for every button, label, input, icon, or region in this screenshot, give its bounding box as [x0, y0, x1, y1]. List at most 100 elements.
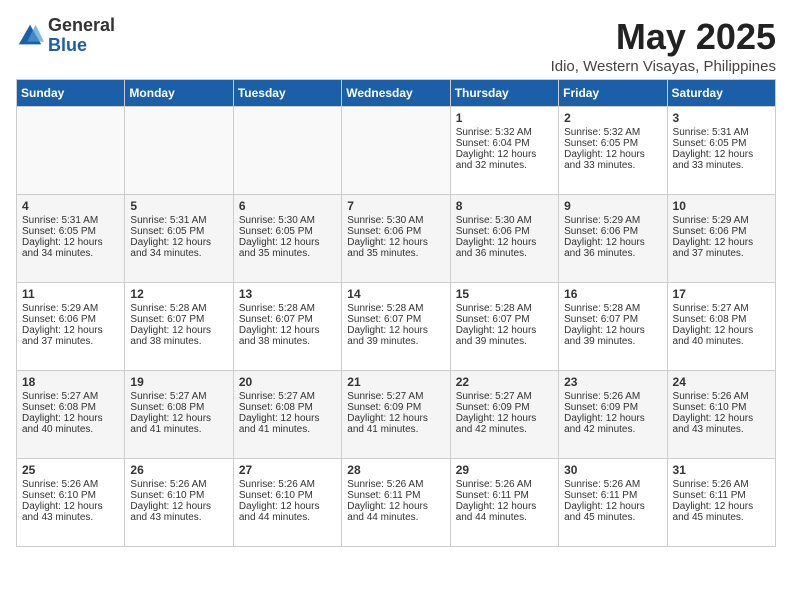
calendar-header: SundayMondayTuesdayWednesdayThursdayFrid…	[17, 80, 776, 107]
day-info-line: and 45 minutes.	[673, 512, 770, 523]
day-info-line: Sunset: 6:06 PM	[673, 226, 770, 237]
day-info-line: and 34 minutes.	[130, 248, 227, 259]
day-info-line: Daylight: 12 hours	[239, 237, 336, 248]
day-number: 9	[564, 199, 661, 213]
day-info-line: Daylight: 12 hours	[456, 501, 553, 512]
calendar-cell: 18Sunrise: 5:27 AMSunset: 6:08 PMDayligh…	[17, 371, 125, 459]
day-number: 5	[130, 199, 227, 213]
day-info-line: Sunrise: 5:31 AM	[673, 127, 770, 138]
calendar-cell: 23Sunrise: 5:26 AMSunset: 6:09 PMDayligh…	[559, 371, 667, 459]
weekday-header-monday: Monday	[125, 80, 233, 107]
day-info-line: Sunrise: 5:27 AM	[130, 391, 227, 402]
day-info-line: and 42 minutes.	[456, 424, 553, 435]
calendar-cell: 4Sunrise: 5:31 AMSunset: 6:05 PMDaylight…	[17, 195, 125, 283]
day-info-line: Sunset: 6:09 PM	[347, 402, 444, 413]
month-title: May 2025	[551, 16, 776, 58]
day-info-line: Sunset: 6:06 PM	[456, 226, 553, 237]
weekday-header-tuesday: Tuesday	[233, 80, 341, 107]
day-info-line: Sunset: 6:10 PM	[673, 402, 770, 413]
calendar-cell: 31Sunrise: 5:26 AMSunset: 6:11 PMDayligh…	[667, 459, 775, 547]
day-info-line: Sunset: 6:08 PM	[239, 402, 336, 413]
day-info-line: Daylight: 12 hours	[564, 325, 661, 336]
day-info-line: Daylight: 12 hours	[22, 325, 119, 336]
day-info-line: Sunrise: 5:32 AM	[564, 127, 661, 138]
day-info-line: Sunset: 6:10 PM	[130, 490, 227, 501]
day-info-line: Daylight: 12 hours	[456, 149, 553, 160]
day-info-line: Sunrise: 5:26 AM	[673, 391, 770, 402]
day-info-line: Sunrise: 5:30 AM	[239, 215, 336, 226]
day-info-line: and 36 minutes.	[564, 248, 661, 259]
day-number: 25	[22, 463, 119, 477]
day-number: 3	[673, 111, 770, 125]
location: Idio, Western Visayas, Philippines	[551, 58, 776, 75]
day-info-line: and 43 minutes.	[130, 512, 227, 523]
day-number: 24	[673, 375, 770, 389]
logo-icon	[16, 22, 44, 50]
day-info-line: Sunrise: 5:26 AM	[130, 479, 227, 490]
day-info-line: and 39 minutes.	[347, 336, 444, 347]
day-info-line: Daylight: 12 hours	[239, 501, 336, 512]
day-info-line: Sunrise: 5:28 AM	[456, 303, 553, 314]
day-info-line: Sunrise: 5:27 AM	[673, 303, 770, 314]
day-info-line: Sunset: 6:08 PM	[673, 314, 770, 325]
day-info-line: Sunrise: 5:26 AM	[239, 479, 336, 490]
day-number: 1	[456, 111, 553, 125]
day-info-line: Sunrise: 5:26 AM	[456, 479, 553, 490]
day-info-line: Sunrise: 5:28 AM	[239, 303, 336, 314]
day-info-line: Sunset: 6:05 PM	[673, 138, 770, 149]
day-info-line: Sunrise: 5:28 AM	[130, 303, 227, 314]
day-number: 28	[347, 463, 444, 477]
day-info-line: Sunset: 6:06 PM	[22, 314, 119, 325]
calendar-cell	[233, 107, 341, 195]
day-info-line: Daylight: 12 hours	[130, 413, 227, 424]
day-info-line: and 37 minutes.	[673, 248, 770, 259]
day-info-line: Daylight: 12 hours	[347, 413, 444, 424]
calendar-cell	[125, 107, 233, 195]
day-info-line: and 44 minutes.	[239, 512, 336, 523]
day-number: 20	[239, 375, 336, 389]
calendar-cell	[17, 107, 125, 195]
day-info-line: Sunrise: 5:27 AM	[456, 391, 553, 402]
day-info-line: Daylight: 12 hours	[239, 413, 336, 424]
day-info-line: Sunset: 6:09 PM	[456, 402, 553, 413]
day-info-line: Daylight: 12 hours	[564, 149, 661, 160]
day-info-line: and 43 minutes.	[673, 424, 770, 435]
calendar-cell: 8Sunrise: 5:30 AMSunset: 6:06 PMDaylight…	[450, 195, 558, 283]
day-info-line: and 42 minutes.	[564, 424, 661, 435]
calendar-cell: 19Sunrise: 5:27 AMSunset: 6:08 PMDayligh…	[125, 371, 233, 459]
calendar-cell: 3 Sunrise: 5:31 AMSunset: 6:05 PMDaylight…	[667, 107, 775, 195]
day-number: 6	[239, 199, 336, 213]
day-info-line: Daylight: 12 hours	[22, 413, 119, 424]
day-info-line: Sunset: 6:07 PM	[347, 314, 444, 325]
weekday-header-row: SundayMondayTuesdayWednesdayThursdayFrid…	[17, 80, 776, 107]
day-number: 15	[456, 287, 553, 301]
day-info-line: Daylight: 12 hours	[456, 413, 553, 424]
day-info-line: Sunset: 6:11 PM	[673, 490, 770, 501]
day-info-line: and 44 minutes.	[347, 512, 444, 523]
calendar-body: 1Sunrise: 5:32 AMSunset: 6:04 PMDaylight…	[17, 107, 776, 547]
day-info-line: Sunrise: 5:32 AM	[456, 127, 553, 138]
calendar-cell: 27Sunrise: 5:26 AMSunset: 6:10 PMDayligh…	[233, 459, 341, 547]
day-info-line: and 40 minutes.	[22, 424, 119, 435]
day-info-line: and 44 minutes.	[456, 512, 553, 523]
day-number: 18	[22, 375, 119, 389]
calendar-cell: 13Sunrise: 5:28 AMSunset: 6:07 PMDayligh…	[233, 283, 341, 371]
day-info-line: and 34 minutes.	[22, 248, 119, 259]
day-info-line: and 33 minutes.	[564, 160, 661, 171]
weekday-header-thursday: Thursday	[450, 80, 558, 107]
day-number: 29	[456, 463, 553, 477]
day-info-line: and 33 minutes.	[673, 160, 770, 171]
calendar-cell: 30Sunrise: 5:26 AMSunset: 6:11 PMDayligh…	[559, 459, 667, 547]
calendar-cell: 14Sunrise: 5:28 AMSunset: 6:07 PMDayligh…	[342, 283, 450, 371]
page-header: General Blue May 2025 Idio, Western Visa…	[16, 16, 776, 75]
day-info-line: Sunrise: 5:27 AM	[239, 391, 336, 402]
day-info-line: and 41 minutes.	[130, 424, 227, 435]
day-info-line: and 36 minutes.	[456, 248, 553, 259]
day-info-line: Sunrise: 5:30 AM	[456, 215, 553, 226]
day-info-line: Daylight: 12 hours	[22, 237, 119, 248]
weekday-header-saturday: Saturday	[667, 80, 775, 107]
day-info-line: Sunset: 6:07 PM	[456, 314, 553, 325]
calendar-week-4: 18Sunrise: 5:27 AMSunset: 6:08 PMDayligh…	[17, 371, 776, 459]
day-info-line: Daylight: 12 hours	[673, 149, 770, 160]
day-number: 16	[564, 287, 661, 301]
